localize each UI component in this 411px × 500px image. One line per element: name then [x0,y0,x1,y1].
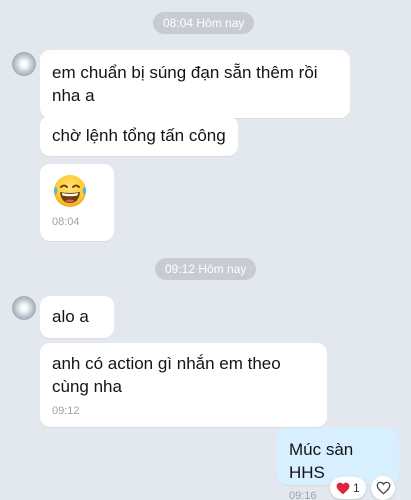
heart-outline-icon [376,481,390,495]
message-text: em chuẩn bị súng đạn sẵn thêm rồi nha a [52,63,318,105]
message-bubble[interactable]: chờ lệnh tổng tấn công [40,116,238,156]
date-divider-label: 09:12 Hôm nay [165,262,247,276]
date-divider: 09:12 Hôm nay [155,258,257,280]
chat-thread: 08:04 Hôm nay em chuẩn bị súng đạn sẵn t… [0,0,411,500]
avatar[interactable] [12,52,36,76]
react-button[interactable] [371,476,395,500]
message-bubble[interactable]: anh có action gì nhắn em theo cùng nha 0… [40,343,327,427]
reaction-count: 1 [353,481,360,495]
laughing-tears-emoji [53,175,87,207]
date-divider: 08:04 Hôm nay [153,12,255,34]
message-text: chờ lệnh tổng tấn công [52,126,226,145]
reaction-badge[interactable]: 1 [330,477,366,499]
message-time: 09:12 [52,405,80,417]
red-heart-icon [336,482,350,494]
date-divider-label: 08:04 Hôm nay [163,16,245,30]
message-bubble[interactable]: alo a [40,296,114,338]
message-bubble[interactable]: 08:04 [40,164,114,241]
message-bubble[interactable]: em chuẩn bị súng đạn sẵn thêm rồi nha a [40,50,350,118]
message-text: alo a [52,307,89,326]
message-time: 08:04 [52,216,80,228]
avatar[interactable] [12,296,36,320]
message-text: Múc sàn HHS [289,440,354,482]
message-text: anh có action gì nhắn em theo cùng nha [52,354,281,396]
